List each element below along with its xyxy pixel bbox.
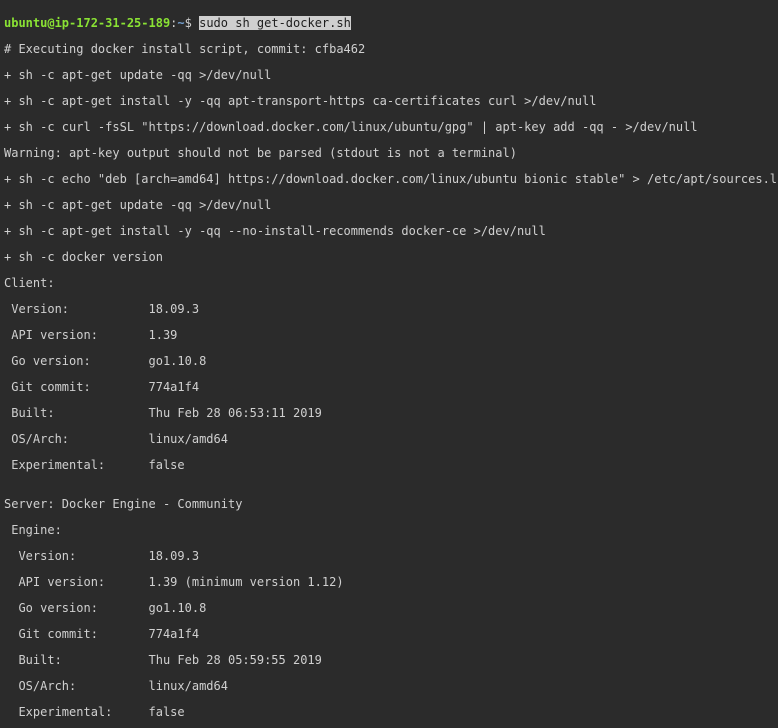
terminal[interactable]: ubuntu@ip-172-31-25-189:~$ sudo sh get-d… <box>0 0 778 728</box>
output-line: + sh -c apt-get update -qq >/dev/null <box>4 199 774 212</box>
output-line: Client: <box>4 277 774 290</box>
prompt-path: ~ <box>177 16 184 30</box>
output-line: Warning: apt-key output should not be pa… <box>4 147 774 160</box>
output-line: + sh -c apt-get update -qq >/dev/null <box>4 69 774 82</box>
output-line: Engine: <box>4 524 774 537</box>
output-line: Go version: go1.10.8 <box>4 602 774 615</box>
output-line: Version: 18.09.3 <box>4 303 774 316</box>
output-line: Built: Thu Feb 28 06:53:11 2019 <box>4 407 774 420</box>
output-line: OS/Arch: linux/amd64 <box>4 433 774 446</box>
output-line: + sh -c docker version <box>4 251 774 264</box>
output-line: + sh -c curl -fsSL "https://download.doc… <box>4 121 774 134</box>
output-line: Experimental: false <box>4 706 774 719</box>
output-line: Server: Docker Engine - Community <box>4 498 774 511</box>
output-line: Git commit: 774a1f4 <box>4 628 774 641</box>
output-line: Built: Thu Feb 28 05:59:55 2019 <box>4 654 774 667</box>
output-line: Git commit: 774a1f4 <box>4 381 774 394</box>
output-line: API version: 1.39 (minimum version 1.12) <box>4 576 774 589</box>
output-line: + sh -c apt-get install -y -qq --no-inst… <box>4 225 774 238</box>
prompt-dollar: $ <box>185 16 199 30</box>
prompt-line-1: ubuntu@ip-172-31-25-189:~$ sudo sh get-d… <box>4 17 774 30</box>
prompt-userhost: ubuntu@ip-172-31-25-189 <box>4 16 170 30</box>
output-line: # Executing docker install script, commi… <box>4 43 774 56</box>
output-line: Version: 18.09.3 <box>4 550 774 563</box>
output-line: Experimental: false <box>4 459 774 472</box>
output-line: API version: 1.39 <box>4 329 774 342</box>
output-line: OS/Arch: linux/amd64 <box>4 680 774 693</box>
output-line: Go version: go1.10.8 <box>4 355 774 368</box>
output-line: + sh -c echo "deb [arch=amd64] https://d… <box>4 173 774 186</box>
entered-command: sudo sh get-docker.sh <box>199 16 351 30</box>
output-line: + sh -c apt-get install -y -qq apt-trans… <box>4 95 774 108</box>
